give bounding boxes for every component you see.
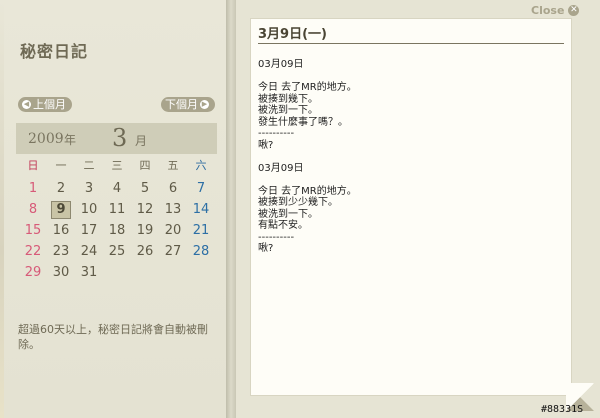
diary-entry-page: 3月9日(一) 03月09日 今日 去了MR的地方。 被揍到幾下。 被洗到一下。 發生什… [250, 18, 572, 396]
next-month-button[interactable]: 下個月 ▶ [161, 97, 215, 112]
calendar-day[interactable]: 26 [135, 243, 155, 261]
calendar-day[interactable]: 19 [135, 222, 155, 240]
calendar-day[interactable]: 13 [163, 201, 183, 219]
weekday-label: 三 [111, 159, 123, 172]
calendar-day[interactable]: 7 [191, 180, 211, 198]
entry-line: 今日 去了MR的地方。 [258, 185, 357, 197]
calendar-day[interactable]: 3 [79, 180, 99, 198]
calendar-panel: 秘密日記 ◀ 上個月 下個月 ▶ 2009 年 3 月 日一二三四五六 1234… [4, 0, 227, 418]
weekday-header: 日一二三四五六 [23, 157, 219, 173]
entry-text[interactable]: 03月09日 今日 去了MR的地方。 被揍到幾下。 被洗到一下。 發生什麼事了嗎？。 --… [258, 59, 558, 255]
calendar-day[interactable]: 24 [79, 243, 99, 261]
calendar-day[interactable]: 2 [51, 180, 71, 198]
prev-month-label: 上個月 [33, 98, 66, 111]
app-title: 秘密日記 [20, 42, 89, 61]
calendar-day[interactable]: 15 [23, 222, 43, 240]
calendar-day[interactable]: 6 [163, 180, 183, 198]
calendar-day[interactable]: 1 [23, 180, 43, 198]
calendar-day[interactable]: 20 [163, 222, 183, 240]
close-button[interactable]: Close ✕ [531, 4, 580, 17]
weekday-label: 四 [139, 159, 151, 172]
calendar-day[interactable]: 21 [191, 222, 211, 240]
month-unit: 月 [135, 134, 148, 148]
chevron-left-icon: ◀ [22, 100, 31, 109]
diary-window: 秘密日記 ◀ 上個月 下個月 ▶ 2009 年 3 月 日一二三四五六 1234… [0, 0, 600, 418]
calendar-day[interactable]: 31 [79, 264, 99, 282]
calendar-day[interactable]: 25 [107, 243, 127, 261]
calendar-day[interactable]: 16 [51, 222, 71, 240]
entry-line: 被揍到少少幾下。 [258, 197, 338, 208]
entry-line: 被洗到一下。 [258, 208, 318, 220]
close-label: Close [531, 4, 565, 17]
calendar-day[interactable]: 12 [135, 201, 155, 219]
prev-month-button[interactable]: ◀ 上個月 [18, 97, 72, 112]
entry-line: 啾? [258, 139, 274, 151]
entry-date-heading: 3月9日(一) [258, 27, 327, 42]
calendar-day[interactable]: 4 [107, 180, 127, 198]
heading-divider [258, 43, 564, 44]
weekday-label: 六 [195, 159, 207, 172]
entry-line: 發生什麼事了嗎？。 [258, 116, 348, 128]
entry-line: 有點不安。 [258, 220, 308, 231]
calendar-day[interactable]: 17 [79, 222, 99, 240]
entry-line: 03月09日 [258, 59, 304, 70]
calendar-day[interactable]: 30 [51, 264, 71, 282]
weekday-label: 日 [27, 159, 39, 172]
calendar-day[interactable]: 23 [51, 243, 71, 261]
calendar-grid: 1 2 3 4 5 6 7 8 9 10 11 12 13 14 15 16 17 18 19 20 21 22 23 24 2… [23, 180, 219, 280]
entry-line: 今日 去了MR的地方。 [258, 82, 357, 93]
weekday-label: 一 [55, 159, 67, 172]
entry-line [258, 174, 558, 186]
weekday-label: 二 [83, 159, 95, 172]
book-binding [226, 0, 236, 418]
calendar-day[interactable]: 18 [107, 222, 127, 240]
calendar-day[interactable]: 28 [191, 243, 211, 261]
weekday-label: 五 [167, 159, 179, 172]
calendar-day-today[interactable]: 9 [51, 201, 71, 219]
calendar-day[interactable]: 5 [135, 180, 155, 198]
entry-line [258, 71, 558, 83]
entry-line [258, 151, 558, 163]
calendar-day[interactable]: 22 [23, 243, 43, 261]
entry-line: 被揍到幾下。 [258, 93, 318, 105]
calendar-day[interactable]: 11 [107, 201, 127, 219]
close-icon: ✕ [568, 5, 580, 16]
year-value: 2009 [28, 131, 64, 147]
month-header: 2009 年 3 月 [16, 123, 217, 154]
calendar-day[interactable]: 10 [79, 201, 99, 219]
entry-line: ---------- [258, 128, 295, 139]
calendar-day[interactable]: 29 [23, 264, 43, 282]
month-value: 3 [112, 124, 128, 152]
entry-line: 啾? [258, 243, 274, 254]
calendar-day[interactable]: 14 [191, 201, 211, 219]
calendar-day[interactable]: 27 [163, 243, 183, 261]
year-unit: 年 [64, 133, 77, 147]
retention-notice: 超過60天以上，秘密日記將會自動被刪除。 [18, 323, 208, 351]
watermark: #88331S [541, 404, 584, 415]
entry-line: ---------- [258, 231, 295, 243]
calendar-day[interactable]: 8 [23, 201, 43, 219]
chevron-right-icon: ▶ [200, 100, 209, 109]
entry-line: 03月09日 [258, 162, 304, 174]
entry-line: 被洗到一下。 [258, 105, 318, 116]
next-month-label: 下個月 [165, 98, 198, 111]
